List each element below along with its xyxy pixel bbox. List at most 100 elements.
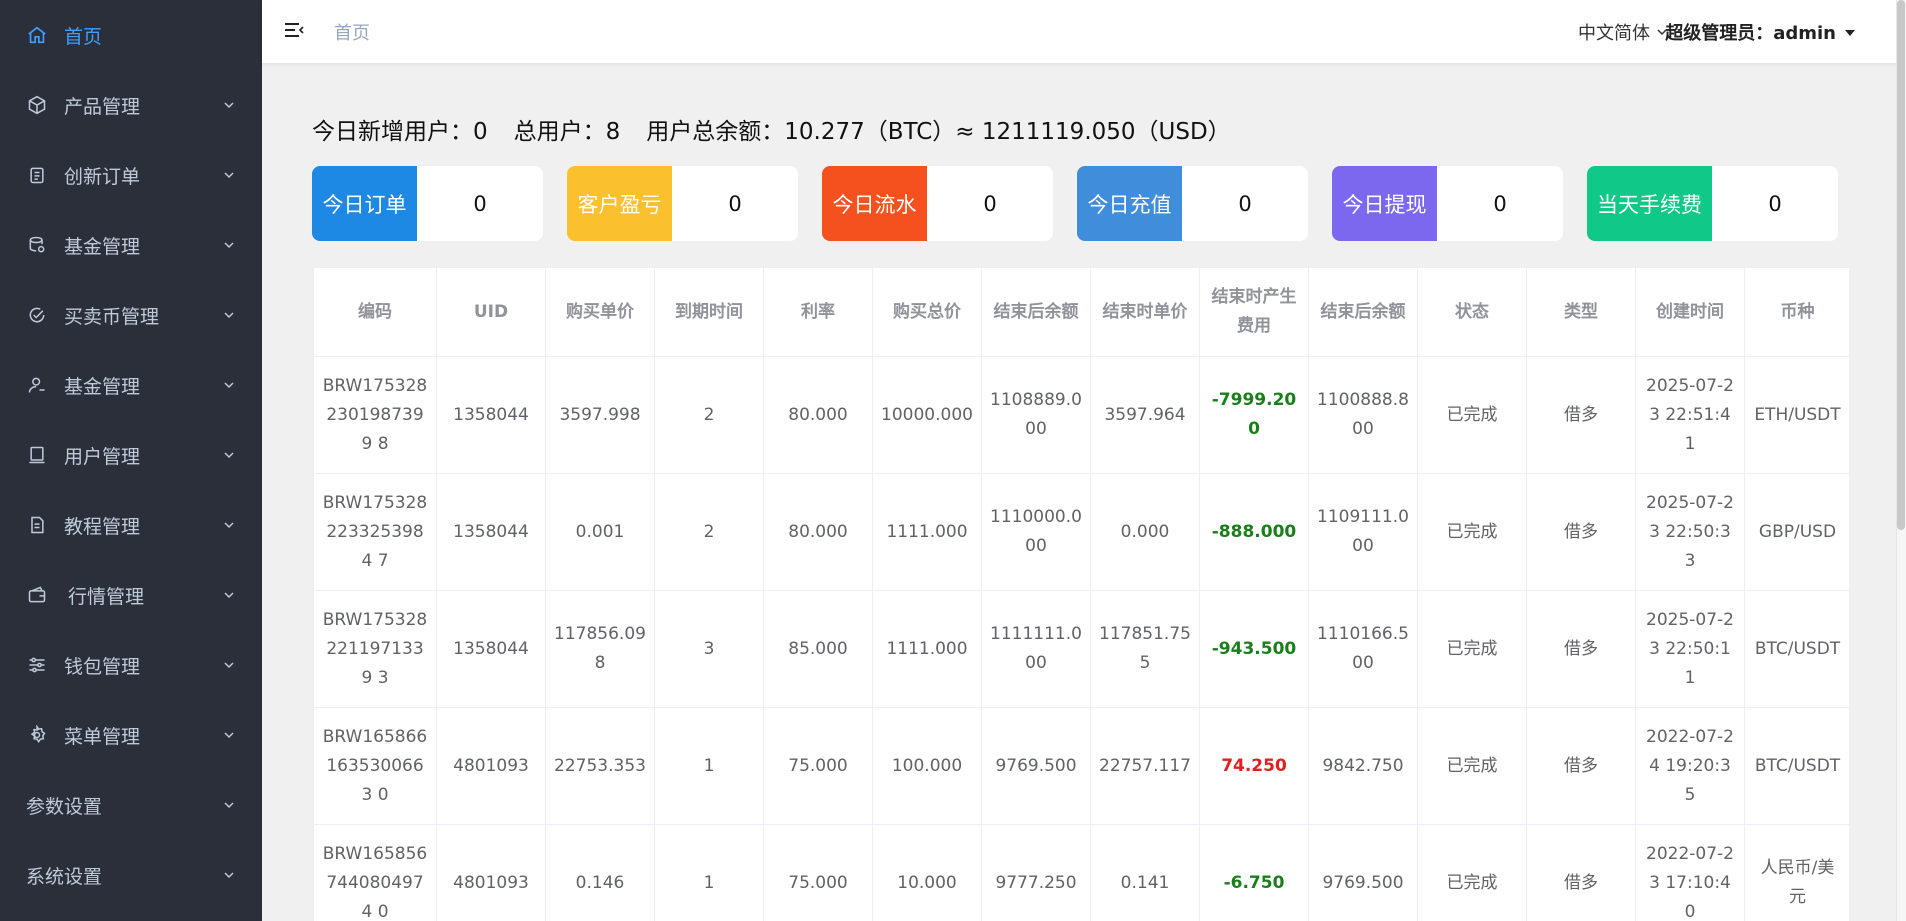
language-select[interactable]: 中文简体 bbox=[1578, 19, 1668, 45]
check-circle-icon bbox=[26, 304, 48, 326]
cell-expiry: 2 bbox=[654, 356, 764, 474]
chevron-down-icon bbox=[222, 518, 236, 532]
sidebar-item-fund-1[interactable]: 基金管理 bbox=[0, 210, 262, 280]
cell-total: 100.000 bbox=[872, 707, 982, 825]
document-icon bbox=[26, 514, 48, 536]
cell-rate: 85.000 bbox=[763, 590, 873, 708]
column-header: 币种 bbox=[1744, 267, 1849, 357]
cell-end-balance: 1108889.000 bbox=[981, 356, 1091, 474]
cell-total: 10000.000 bbox=[872, 356, 982, 474]
user-menu[interactable]: 超级管理员：admin bbox=[1665, 19, 1856, 45]
cell-end-balance: 9769.500 bbox=[981, 707, 1091, 825]
sidebar-item-label: 教程管理 bbox=[64, 515, 141, 538]
sidebar-item-fund-2[interactable]: 基金管理 bbox=[0, 350, 262, 420]
sidebar-item-system[interactable]: 系统设置 bbox=[0, 840, 262, 910]
total-users-stat: 总用户：8 bbox=[513, 119, 621, 145]
cell-status: 已完成 bbox=[1417, 473, 1527, 591]
cell-end-price: 0.141 bbox=[1090, 824, 1200, 921]
sidebar-item-home[interactable]: 首页 bbox=[0, 0, 262, 70]
summary-stats: 今日新增用户：0 总用户：8 用户总余额：10.277（BTC）≈ 121111… bbox=[312, 112, 1231, 146]
scrollbar-track[interactable] bbox=[1896, 0, 1906, 921]
cell-buy-price: 0.001 bbox=[545, 473, 655, 591]
cell-type: 借多 bbox=[1526, 824, 1636, 921]
table-row: BRW1753282301987399 8 1358044 3597.998 2… bbox=[313, 356, 1849, 474]
stat-card-label: 今日提现 bbox=[1332, 166, 1437, 241]
sidebar-item-products[interactable]: 产品管理 bbox=[0, 70, 262, 140]
top-navbar: 首页 中文简体 超级管理员：admin bbox=[262, 0, 1906, 63]
cell-after-balance: 9842.750 bbox=[1308, 707, 1418, 825]
column-header: 结束后余额 bbox=[981, 267, 1091, 357]
cell-end-balance: 1111111.000 bbox=[981, 590, 1091, 708]
stat-card-today-deposit: 今日充值 0 bbox=[1077, 166, 1308, 241]
chevron-down-icon bbox=[222, 308, 236, 322]
language-label: 中文简体 bbox=[1578, 23, 1650, 44]
cell-status: 已完成 bbox=[1417, 824, 1527, 921]
sidebar-item-label: 行情管理 bbox=[68, 585, 145, 608]
sidebar-item-label: 参数设置 bbox=[26, 795, 103, 818]
user-icon bbox=[26, 374, 48, 396]
cell-type: 借多 bbox=[1526, 590, 1636, 708]
cell-rate: 80.000 bbox=[763, 473, 873, 591]
cell-end-fee: -7999.200 bbox=[1199, 356, 1309, 474]
column-header: 结束时产生费用 bbox=[1199, 267, 1309, 357]
home-icon bbox=[26, 24, 48, 46]
cell-end-balance: 1110000.000 bbox=[981, 473, 1091, 591]
cell-type: 借多 bbox=[1526, 473, 1636, 591]
cell-after-balance: 1110166.500 bbox=[1308, 590, 1418, 708]
sidebar-item-coin-trade[interactable]: 买卖币管理 bbox=[0, 280, 262, 350]
sidebar-item-market[interactable]: 行情管理 bbox=[0, 560, 262, 630]
column-header: 购买单价 bbox=[545, 267, 655, 357]
chevron-down-icon bbox=[222, 448, 236, 462]
stat-card-value: 0 bbox=[983, 191, 997, 216]
sidebar-item-label: 系统设置 bbox=[26, 865, 103, 888]
stat-card-value: 0 bbox=[1493, 191, 1507, 216]
cell-rate: 80.000 bbox=[763, 356, 873, 474]
stat-card-value: 0 bbox=[1238, 191, 1252, 216]
cell-currency: GBP/USD bbox=[1744, 473, 1849, 591]
chevron-down-icon bbox=[222, 868, 236, 882]
cell-after-balance: 1109111.000 bbox=[1308, 473, 1418, 591]
chevron-down-icon bbox=[222, 168, 236, 182]
cell-end-price: 3597.964 bbox=[1090, 356, 1200, 474]
sidebar-item-label: 菜单管理 bbox=[64, 725, 141, 748]
sidebar-item-menu[interactable]: 菜单管理 bbox=[0, 700, 262, 770]
cell-rate: 75.000 bbox=[763, 707, 873, 825]
caret-down-icon bbox=[1844, 22, 1856, 43]
scrollbar-thumb[interactable] bbox=[1897, 0, 1905, 530]
column-header: 编码 bbox=[313, 267, 437, 357]
table-row: BRW1658661635300663 0 4801093 22753.353 … bbox=[313, 707, 1849, 825]
column-header: 到期时间 bbox=[654, 267, 764, 357]
sidebar-item-users[interactable]: 用户管理 bbox=[0, 420, 262, 490]
sidebar-item-tutorials[interactable]: 教程管理 bbox=[0, 490, 262, 560]
cell-after-balance: 1100888.800 bbox=[1308, 356, 1418, 474]
cube-icon bbox=[26, 94, 48, 116]
stat-card-today-fees: 当天手续费 0 bbox=[1587, 166, 1838, 241]
cell-total: 1111.000 bbox=[872, 590, 982, 708]
chevron-down-icon bbox=[222, 728, 236, 742]
sidebar-item-wallet[interactable]: 钱包管理 bbox=[0, 630, 262, 700]
table-header-row: 编码 UID 购买单价 到期时间 利率 购买总价 结束后余额 结束时单价 结束时… bbox=[313, 267, 1849, 357]
table-row: BRW1658567440804974 0 4801093 0.146 1 75… bbox=[313, 824, 1849, 921]
cell-expiry: 2 bbox=[654, 473, 764, 591]
cell-uid: 1358044 bbox=[436, 356, 546, 474]
cell-end-fee: -888.000 bbox=[1199, 473, 1309, 591]
stat-card-value: 0 bbox=[473, 191, 487, 216]
sidebar-item-params[interactable]: 参数设置 bbox=[0, 770, 262, 840]
cell-after-balance: 9769.500 bbox=[1308, 824, 1418, 921]
chevron-down-icon bbox=[222, 98, 236, 112]
cell-code: BRW1658567440804974 0 bbox=[313, 824, 437, 921]
sidebar-item-label: 首页 bbox=[64, 25, 103, 48]
breadcrumb[interactable]: 首页 bbox=[334, 19, 370, 45]
cell-type: 借多 bbox=[1526, 356, 1636, 474]
sidebar-item-orders[interactable]: 创新订单 bbox=[0, 140, 262, 210]
hamburger-menu-icon[interactable] bbox=[282, 18, 306, 42]
cell-currency: BTC/USDT bbox=[1744, 590, 1849, 708]
cell-created: 2022-07-24 19:20:35 bbox=[1635, 707, 1745, 825]
stat-card-today-flow: 今日流水 0 bbox=[822, 166, 1053, 241]
cell-end-price: 22757.117 bbox=[1090, 707, 1200, 825]
stat-card-today-orders: 今日订单 0 bbox=[312, 166, 543, 241]
column-header: 结束后余额 bbox=[1308, 267, 1418, 357]
cell-created: 2025-07-23 22:51:41 bbox=[1635, 356, 1745, 474]
cell-end-fee: 74.250 bbox=[1199, 707, 1309, 825]
cell-uid: 1358044 bbox=[436, 473, 546, 591]
